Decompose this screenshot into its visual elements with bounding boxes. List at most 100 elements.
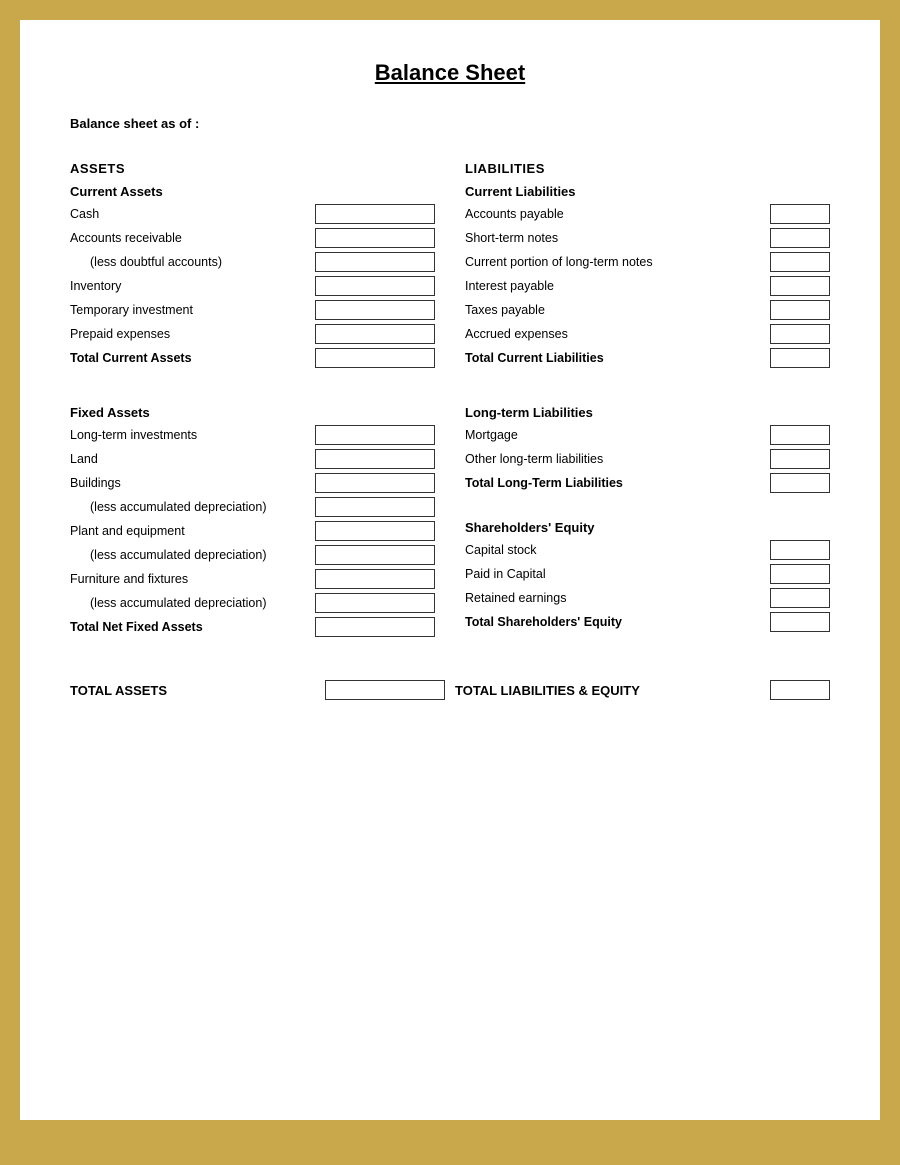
accounts-receivable-input[interactable] (315, 228, 435, 248)
total-current-liabilities-label: Total Current Liabilities (465, 351, 770, 365)
furniture-fixtures-label: Furniture and fixtures (70, 572, 315, 586)
total-net-fixed-assets-input[interactable] (315, 617, 435, 637)
total-liabilities-equity-section: TOTAL LIABILITIES & EQUITY (445, 680, 830, 700)
mortgage-input[interactable] (770, 425, 830, 445)
buildings-label: Buildings (70, 476, 315, 490)
less-accum-dep-furniture-label: (less accumulated depreciation) (70, 596, 315, 610)
list-item: Paid in Capital (465, 563, 830, 585)
less-accum-dep-buildings-label: (less accumulated depreciation) (70, 500, 315, 514)
list-item: (less accumulated depreciation) (70, 496, 435, 518)
page-title: Balance Sheet (70, 60, 830, 86)
liabilities-header: LIABILITIES (465, 161, 830, 176)
list-item: Mortgage (465, 424, 830, 446)
short-term-notes-input[interactable] (770, 228, 830, 248)
total-shareholders-equity-label: Total Shareholders' Equity (465, 615, 770, 629)
current-portion-input[interactable] (770, 252, 830, 272)
total-current-liabilities-input[interactable] (770, 348, 830, 368)
current-liabilities-header: Current Liabilities (465, 184, 830, 199)
long-term-investments-label: Long-term investments (70, 428, 315, 442)
list-item: (less accumulated depreciation) (70, 544, 435, 566)
total-net-fixed-assets-label: Total Net Fixed Assets (70, 620, 315, 634)
retained-earnings-label: Retained earnings (465, 591, 770, 605)
total-assets-section: TOTAL ASSETS (70, 680, 445, 700)
inventory-input[interactable] (315, 276, 435, 296)
total-assets-label: TOTAL ASSETS (70, 683, 325, 698)
plant-equipment-input[interactable] (315, 521, 435, 541)
interest-payable-label: Interest payable (465, 279, 770, 293)
assets-header: ASSETS (70, 161, 435, 176)
total-net-fixed-assets-row: Total Net Fixed Assets (70, 616, 435, 638)
list-item: Interest payable (465, 275, 830, 297)
capital-stock-label: Capital stock (465, 543, 770, 557)
list-item: Accounts receivable (70, 227, 435, 249)
total-long-term-input[interactable] (770, 473, 830, 493)
cash-input[interactable] (315, 204, 435, 224)
short-term-notes-label: Short-term notes (465, 231, 770, 245)
prepaid-expenses-label: Prepaid expenses (70, 327, 315, 341)
paid-in-capital-label: Paid in Capital (465, 567, 770, 581)
plant-equipment-label: Plant and equipment (70, 524, 315, 538)
accounts-payable-input[interactable] (770, 204, 830, 224)
total-liabilities-equity-input[interactable] (770, 680, 830, 700)
long-term-investments-input[interactable] (315, 425, 435, 445)
cash-label: Cash (70, 207, 315, 221)
list-item: Inventory (70, 275, 435, 297)
list-item: Accounts payable (465, 203, 830, 225)
other-long-term-label: Other long-term liabilities (465, 452, 770, 466)
page: Balance Sheet Balance sheet as of : ASSE… (20, 20, 880, 1120)
current-portion-label: Current portion of long-term notes (465, 255, 770, 269)
list-item: Plant and equipment (70, 520, 435, 542)
less-doubtful-input[interactable] (315, 252, 435, 272)
temp-investment-label: Temporary investment (70, 303, 315, 317)
furniture-fixtures-input[interactable] (315, 569, 435, 589)
shareholders-equity-header: Shareholders' Equity (465, 520, 830, 535)
retained-earnings-input[interactable] (770, 588, 830, 608)
buildings-input[interactable] (315, 473, 435, 493)
accrued-expenses-input[interactable] (770, 324, 830, 344)
less-doubtful-label: (less doubtful accounts) (70, 255, 315, 269)
current-assets-header: Current Assets (70, 184, 435, 199)
list-item: Land (70, 448, 435, 470)
less-accum-dep-plant-label: (less accumulated depreciation) (70, 548, 315, 562)
accounts-payable-label: Accounts payable (465, 207, 770, 221)
total-shareholders-equity-row: Total Shareholders' Equity (465, 611, 830, 633)
list-item: Furniture and fixtures (70, 568, 435, 590)
capital-stock-input[interactable] (770, 540, 830, 560)
liabilities-column: LIABILITIES Current Liabilities Accounts… (455, 161, 830, 640)
subtitle: Balance sheet as of : (70, 116, 830, 131)
total-current-assets-input[interactable] (315, 348, 435, 368)
list-item: Taxes payable (465, 299, 830, 321)
assets-column: ASSETS Current Assets Cash Accounts rece… (70, 161, 455, 640)
temp-investment-input[interactable] (315, 300, 435, 320)
taxes-payable-label: Taxes payable (465, 303, 770, 317)
list-item: Short-term notes (465, 227, 830, 249)
total-assets-input[interactable] (325, 680, 445, 700)
interest-payable-input[interactable] (770, 276, 830, 296)
mortgage-label: Mortgage (465, 428, 770, 442)
less-accum-dep-plant-input[interactable] (315, 545, 435, 565)
total-long-term-liabilities-row: Total Long-Term Liabilities (465, 472, 830, 494)
list-item: Capital stock (465, 539, 830, 561)
land-label: Land (70, 452, 315, 466)
list-item: Prepaid expenses (70, 323, 435, 345)
list-item: Current portion of long-term notes (465, 251, 830, 273)
paid-in-capital-input[interactable] (770, 564, 830, 584)
list-item: (less accumulated depreciation) (70, 592, 435, 614)
list-item: Cash (70, 203, 435, 225)
less-accum-dep-buildings-input[interactable] (315, 497, 435, 517)
total-current-assets-label: Total Current Assets (70, 351, 315, 365)
list-item: Accrued expenses (465, 323, 830, 345)
accrued-expenses-label: Accrued expenses (465, 327, 770, 341)
other-long-term-input[interactable] (770, 449, 830, 469)
taxes-payable-input[interactable] (770, 300, 830, 320)
total-long-term-label: Total Long-Term Liabilities (465, 476, 770, 490)
land-input[interactable] (315, 449, 435, 469)
list-item: Other long-term liabilities (465, 448, 830, 470)
less-accum-dep-furniture-input[interactable] (315, 593, 435, 613)
list-item: Temporary investment (70, 299, 435, 321)
total-shareholders-equity-input[interactable] (770, 612, 830, 632)
prepaid-expenses-input[interactable] (315, 324, 435, 344)
fixed-assets-header: Fixed Assets (70, 405, 435, 420)
total-current-assets-row: Total Current Assets (70, 347, 435, 369)
list-item: Long-term investments (70, 424, 435, 446)
